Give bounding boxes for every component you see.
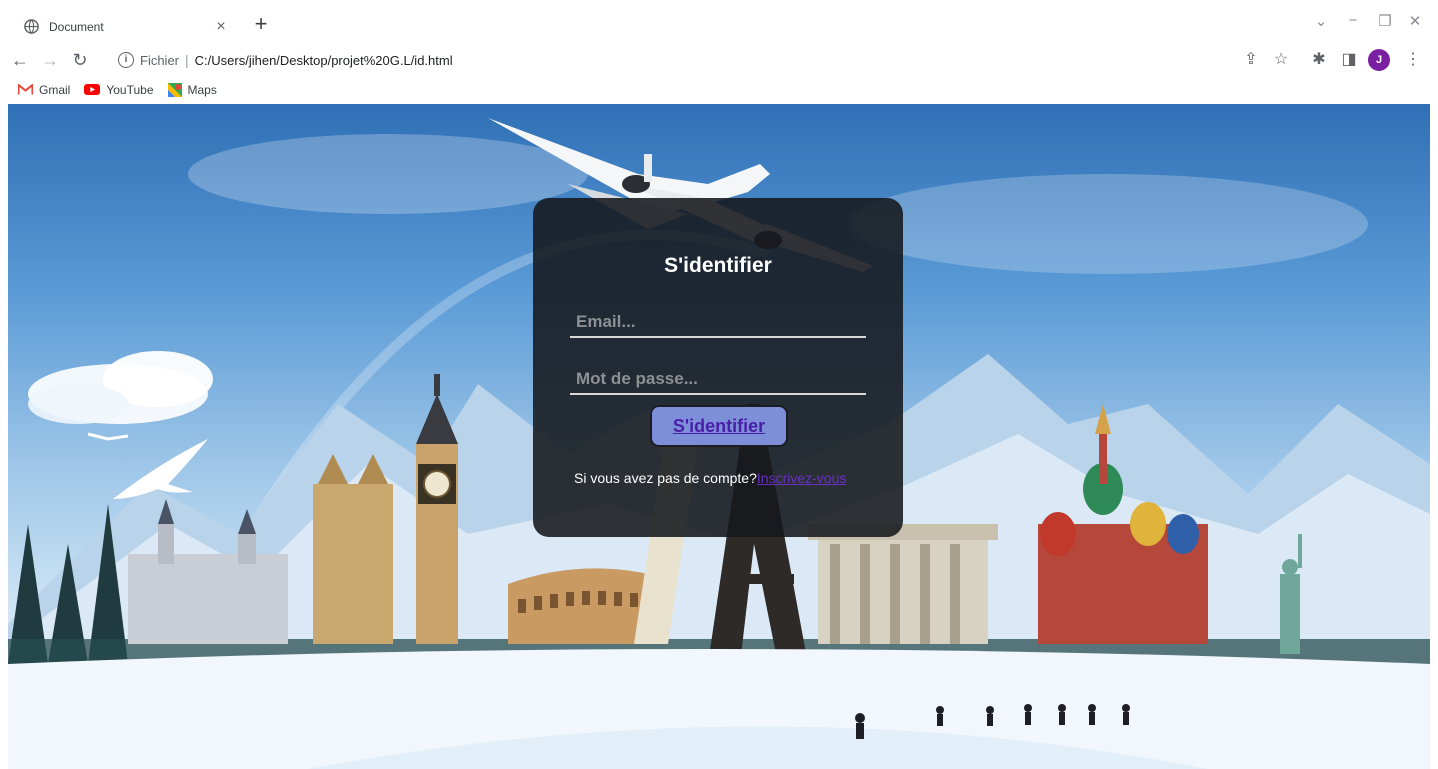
menu-icon[interactable]: ⋮	[1402, 49, 1424, 71]
maps-icon	[167, 82, 182, 97]
login-card: S'identifier S'identifier Si vous avez p…	[533, 198, 903, 537]
bookmark-gmail[interactable]: Gmail	[18, 83, 70, 97]
bookmark-star-icon[interactable]: ☆	[1270, 49, 1292, 71]
bookmarks-bar: Gmail YouTube Maps	[0, 76, 1438, 103]
tab-close-icon[interactable]: ×	[212, 18, 230, 36]
login-title: S'identifier	[664, 254, 772, 277]
bookmark-label: YouTube	[106, 82, 154, 97]
info-icon[interactable]: i	[118, 52, 134, 68]
extensions-icon[interactable]: ✱	[1308, 49, 1330, 71]
globe-icon	[24, 19, 39, 34]
bookmark-maps[interactable]: Maps	[167, 82, 217, 97]
page-viewport: S'identifier S'identifier Si vous avez p…	[8, 104, 1430, 769]
signup-prompt: Si vous avez pas de compte?Inscrivez-vou…	[574, 470, 846, 486]
password-field[interactable]	[570, 365, 866, 395]
signup-link[interactable]: Inscrivez-vous	[757, 470, 846, 486]
minimize-icon[interactable]: −	[1342, 12, 1364, 29]
bookmark-label: Maps	[187, 82, 217, 97]
tab-strip: Document × + ⌄ − ❐ ✕	[0, 0, 1438, 44]
gmail-icon	[18, 84, 33, 95]
bookmark-label: Gmail	[39, 82, 71, 97]
side-panel-icon[interactable]: ◨	[1338, 49, 1360, 71]
login-submit-button[interactable]: S'identifier	[650, 405, 788, 447]
reload-icon[interactable]: ↻	[68, 47, 92, 73]
new-tab-button[interactable]: +	[249, 12, 273, 36]
back-icon[interactable]: ←	[8, 47, 32, 73]
forward-icon[interactable]: →	[38, 47, 62, 73]
bookmark-youtube[interactable]: YouTube	[84, 82, 154, 97]
window-close-icon[interactable]: ✕	[1404, 12, 1426, 30]
email-field[interactable]	[570, 308, 866, 338]
browser-toolbar: ← → ↻ i Fichier | C:/Users/jihen/Desktop…	[0, 44, 1438, 76]
tab-search-icon[interactable]: ⌄	[1310, 12, 1332, 30]
signup-prompt-text: Si vous avez pas de compte?	[574, 470, 757, 486]
restore-icon[interactable]: ❐	[1374, 12, 1396, 30]
browser-tab[interactable]: Document ×	[14, 9, 240, 44]
address-separator: |	[185, 52, 189, 68]
youtube-icon	[84, 84, 101, 95]
address-bar[interactable]: i Fichier | C:/Users/jihen/Desktop/proje…	[108, 47, 1222, 73]
address-url: C:/Users/jihen/Desktop/projet%20G.L/id.h…	[194, 52, 453, 68]
profile-avatar[interactable]: J	[1368, 49, 1390, 71]
address-scheme: Fichier	[140, 52, 180, 68]
tab-title: Document	[49, 19, 104, 34]
share-icon[interactable]: ⇪	[1240, 49, 1262, 71]
